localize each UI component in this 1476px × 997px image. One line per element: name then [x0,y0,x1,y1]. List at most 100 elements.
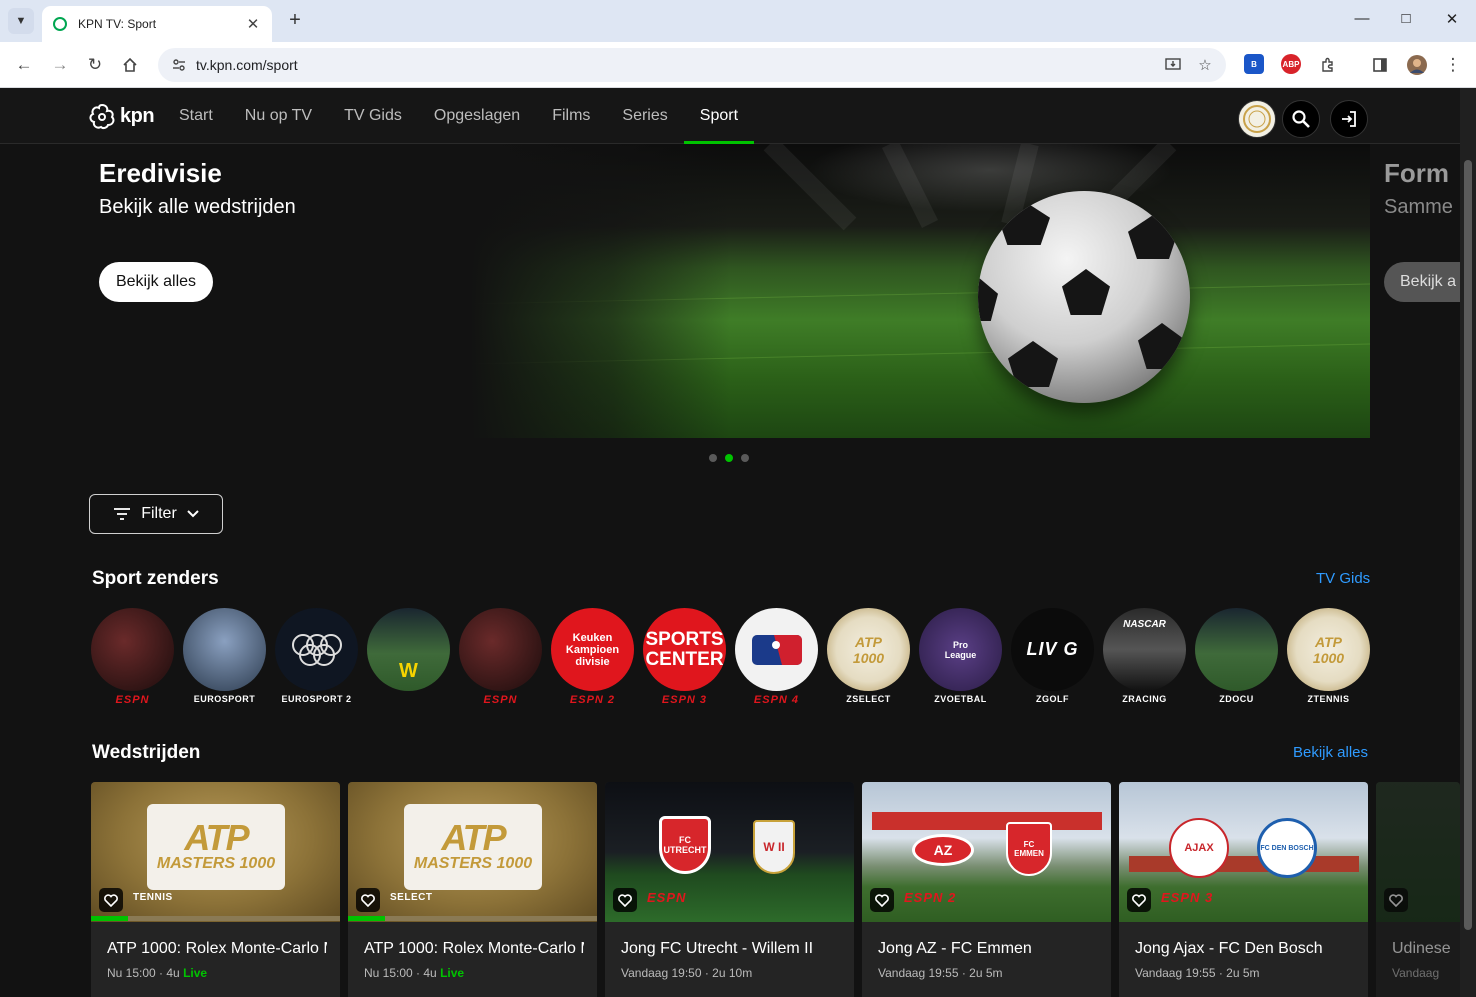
nav-start[interactable]: Start [163,88,229,144]
team-crest: AZ [912,834,974,866]
team-crest: AJAX [1169,818,1229,878]
match-card[interactable]: AZ FC EMMEN ESPN 2 Jong AZ - FC Emmen Va… [862,782,1111,997]
channel-label: ESPN 3 [661,694,708,706]
channel-thumbnail: NASCAR [1103,608,1186,691]
carousel-dots [709,454,749,462]
minimize-icon[interactable]: — [1352,10,1372,27]
channel-label: ZGOLF [1036,694,1069,704]
channel-thumbnail: Pro League [919,608,1002,691]
filter-button[interactable]: Filter [89,494,223,534]
channel-item[interactable]: ESPN [91,608,174,708]
browser-menu-icon[interactable]: ⋮ [1441,53,1465,77]
login-icon[interactable] [1330,100,1368,138]
match-card[interactable]: AJAX FC DEN BOSCH ESPN 3 Jong Ajax - FC … [1119,782,1368,997]
channel-logo-text: Pro League [944,639,977,660]
match-card[interactable]: FC UTRECHT W II ESPN Jong FC Utrecht - W… [605,782,854,997]
channel-item[interactable]: EUROSPORT [183,608,266,708]
atp-logo: ATP MASTERS 1000 [404,804,542,890]
scrollbar-thumb[interactable] [1464,160,1472,930]
favorite-heart-icon[interactable] [1127,888,1151,912]
carousel-dot[interactable] [709,454,717,462]
channel-item[interactable]: W [367,608,450,708]
url-text: tv.kpn.com/sport [196,57,298,73]
maximize-icon[interactable]: □ [1396,10,1416,27]
channel-label: ZDOCU [1219,694,1254,704]
next-slide-subtitle: Samme [1384,196,1453,218]
match-list: ATP MASTERS 1000 TENNIS ATP 1000: Rolex M… [91,782,1460,997]
match-thumbnail: FC UTRECHT W II ESPN [605,782,854,922]
matches-view-all-link[interactable]: Bekijk alles [1293,744,1368,761]
bookmark-star-icon[interactable]: ☆ [1194,54,1216,76]
nav-series[interactable]: Series [606,88,683,144]
match-thumbnail: AZ FC EMMEN ESPN 2 [862,782,1111,922]
channel-logo-text: SPORTS CENTER [645,628,724,670]
channel-item[interactable]: ESPN [459,608,542,708]
forward-icon[interactable]: → [48,53,72,77]
window-close-icon[interactable]: ✕ [1442,10,1462,28]
channel-thumbnail [183,608,266,691]
nav-sport[interactable]: Sport [683,88,755,144]
channel-item[interactable]: SPORTS CENTER ESPN 3 [643,608,726,708]
browser-tab-bar: ▼ KPN TV: Sport ✕ + — □ ✕ [0,0,1476,42]
channel-item[interactable]: ATP 1000 ZTENNIS [1287,608,1370,708]
favorite-heart-icon[interactable] [99,888,123,912]
kpn-logo[interactable]: kpn [88,102,155,130]
match-card[interactable]: ATP MASTERS 1000 TENNIS ATP 1000: Rolex M… [91,782,340,997]
browser-tab[interactable]: KPN TV: Sport ✕ [42,6,272,42]
profile-avatar[interactable] [1405,53,1429,77]
channel-badge: ESPN 3 [1161,890,1214,905]
match-card[interactable]: Udinese Vandaag [1376,782,1460,997]
search-icon[interactable] [1282,100,1320,138]
carousel-dot[interactable] [741,454,749,462]
favorite-heart-icon[interactable] [1384,888,1408,912]
channel-thumbnail: ATP 1000 [827,608,910,691]
favorite-heart-icon[interactable] [613,888,637,912]
next-slide-button[interactable]: Bekijk a [1384,262,1460,302]
adblock-icon[interactable]: ABP [1281,54,1301,74]
match-title: ATP 1000: Rolex Monte-Carlo M [364,940,584,957]
nav-films[interactable]: Films [536,88,606,144]
match-title: Jong FC Utrecht - Willem II [621,940,814,957]
match-title: ATP 1000: Rolex Monte-Carlo M [107,940,327,957]
nav-tv-gids[interactable]: TV Gids [328,88,418,144]
extensions-puzzle-icon[interactable] [1316,53,1340,77]
install-app-icon[interactable] [1162,54,1184,76]
hero-view-all-button[interactable]: Bekijk alles [99,262,213,302]
side-panel-icon[interactable] [1368,53,1392,77]
reload-icon[interactable]: ↻ [83,53,107,77]
favorite-heart-icon[interactable] [356,888,380,912]
channel-thumbnail [275,608,358,691]
carousel-dot-active[interactable] [725,454,733,462]
page-scrollbar[interactable] [1460,88,1476,997]
address-bar[interactable]: tv.kpn.com/sport ☆ [158,48,1226,82]
channel-item[interactable]: Pro League ZVOETBAL [919,608,1002,708]
channel-item[interactable]: Keuken Kampioen divisie ESPN 2 [551,608,634,708]
favorite-heart-icon[interactable] [870,888,894,912]
channel-thumbnail: W [367,608,450,691]
channels-section-title: Sport zenders [92,568,219,589]
new-tab-button[interactable]: + [282,8,308,34]
progress-bar [348,916,597,921]
match-card[interactable]: ATP MASTERS 1000 SELECT ATP 1000: Rolex M… [348,782,597,997]
tab-close-icon[interactable]: ✕ [244,15,262,33]
site-settings-icon[interactable] [168,54,190,76]
promo-badge-icon[interactable] [1238,100,1276,138]
tv-gids-link[interactable]: TV Gids [1316,570,1370,587]
channel-item[interactable]: ZDOCU [1195,608,1278,708]
channel-item[interactable]: ESPN 4 [735,608,818,708]
channel-label: ZRACING [1122,694,1167,704]
nav-nu-op-tv[interactable]: Nu op TV [229,88,328,144]
channel-thumbnail: Keuken Kampioen divisie [551,608,634,691]
channel-item[interactable]: NASCAR ZRACING [1103,608,1186,708]
extension-icon[interactable]: B [1244,54,1264,74]
home-icon[interactable] [118,53,142,77]
channel-logo-text: Keuken Kampioen divisie [565,631,620,668]
team-crest: FC UTRECHT [659,816,711,874]
back-icon[interactable]: ← [12,53,36,77]
channel-item[interactable]: ATP 1000 ZSELECT [827,608,910,708]
channel-item[interactable]: EUROSPORT 2 [275,608,358,708]
channel-item[interactable]: LIV G ZGOLF [1011,608,1094,708]
nav-opgeslagen[interactable]: Opgeslagen [418,88,536,144]
logo-wordmark: kpn [120,104,155,127]
tab-search-button[interactable]: ▼ [8,8,34,34]
